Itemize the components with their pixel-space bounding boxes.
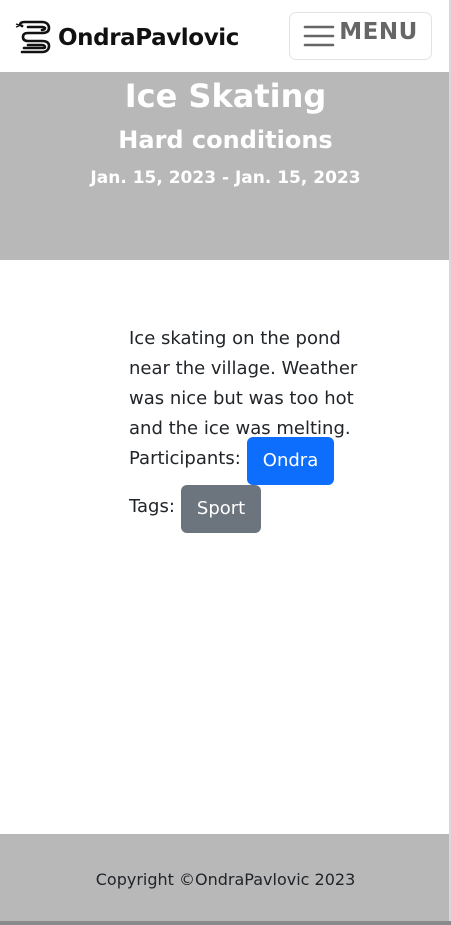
hamburger-icon bbox=[303, 25, 335, 47]
event-details: Ice skating on the pond near the village… bbox=[129, 324, 359, 540]
page: OndraPavlovic MENU Ice Skating Hard cond… bbox=[0, 0, 451, 925]
brand-name: OndraPavlovic bbox=[58, 25, 240, 51]
brand-link[interactable]: OndraPavlovic bbox=[14, 20, 239, 56]
menu-button[interactable]: MENU bbox=[289, 12, 432, 60]
copyright-text: Copyright ©OndraPavlovic 2023 bbox=[95, 870, 356, 889]
participant-button[interactable]: Ondra bbox=[246, 437, 335, 485]
tags-row: Tags: Sport bbox=[129, 485, 359, 540]
tags-label: Tags: bbox=[129, 496, 175, 517]
event-subtitle: Hard conditions bbox=[118, 126, 333, 154]
footer: Copyright ©OndraPavlovic 2023 bbox=[0, 834, 451, 921]
bottom-edge bbox=[0, 921, 451, 925]
tag-button[interactable]: Sport bbox=[180, 485, 262, 533]
event-dates: Jan. 15, 2023 - Jan. 15, 2023 bbox=[90, 168, 361, 188]
snake-logo-icon bbox=[15, 20, 51, 54]
participants-label: Participants: bbox=[129, 448, 241, 469]
menu-label: MENU bbox=[339, 19, 418, 45]
navbar: OndraPavlovic MENU bbox=[0, 0, 451, 72]
event-header: Ice Skating Hard conditions Jan. 15, 202… bbox=[0, 72, 451, 260]
event-title: Ice Skating bbox=[124, 77, 327, 115]
event-description: Ice skating on the pond near the village… bbox=[129, 328, 358, 439]
